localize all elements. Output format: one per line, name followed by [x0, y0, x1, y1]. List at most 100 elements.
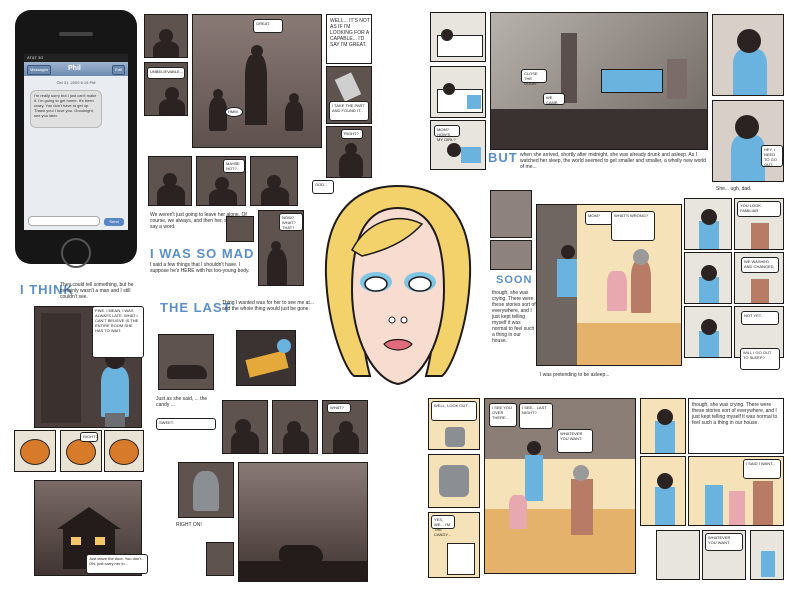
silhouette-body [153, 41, 179, 57]
comic-panel-trick-or-treat: HMM. GREAT. [192, 14, 322, 148]
speech-bubble: HEY, I NEED TO GO OUT. [761, 145, 783, 167]
pumpkin-icon [109, 439, 139, 465]
child-silhouette [209, 97, 227, 131]
speech-bubble: WHAT'S WRONG? [611, 211, 655, 241]
speech-bubble: WILL I GO OUT TO SLEEP? [740, 348, 780, 370]
caption-text: Just as she said, ... the candy ... [156, 396, 208, 408]
silhouette-body [261, 187, 289, 205]
dresser [667, 59, 687, 99]
message-input[interactable] [28, 216, 100, 226]
speech-bubble: YOU LOOK FAMILIAR. [737, 201, 781, 217]
road [239, 561, 367, 581]
silhouette-body [333, 431, 359, 453]
contact-name: Phil [68, 65, 81, 72]
lit-window [71, 537, 81, 545]
child-silhouette [285, 101, 303, 131]
comic-panel: I SAID I WANT... [688, 456, 784, 526]
bowl [447, 543, 475, 575]
candy-bar [245, 350, 289, 378]
comic-panel [104, 430, 144, 472]
doorway [41, 313, 81, 423]
bedroom-floor [491, 109, 707, 149]
girl-head [701, 319, 717, 335]
grandmother [751, 223, 769, 249]
comic-panel [684, 306, 732, 358]
caption-text: though, she was crying. There were these… [492, 290, 536, 344]
back-button[interactable]: Messages [27, 65, 52, 75]
pumpkin-icon [66, 439, 96, 465]
silhouette-body [339, 153, 363, 177]
caption-text: Thing I wanted was for her to see me at.… [222, 300, 314, 312]
car-icon [167, 365, 207, 379]
message-timestamp: Oct 31, 2009 6:15 PM [56, 80, 96, 85]
comic-panel: NOW? WHAT? THAT? [258, 210, 304, 286]
send-button[interactable]: Send [104, 218, 124, 226]
girl-blue-shirt [699, 221, 719, 249]
home-button-icon[interactable] [61, 238, 91, 268]
girl-blue-shirt [101, 367, 129, 417]
silhouette-body [157, 185, 185, 205]
comic-panel [490, 190, 532, 238]
speech-bubble: RIGHT? [341, 129, 363, 139]
comic-panel [222, 400, 268, 454]
sleeping-head [443, 83, 455, 95]
girl-head [527, 441, 541, 455]
comic-panel: YOU LOOK FAMILIAR. [734, 198, 784, 250]
comic-panel [178, 462, 234, 518]
girl-blue-shirt [557, 259, 577, 297]
comic-panel: MAYBE NOT? [196, 156, 246, 206]
comic-panel [684, 198, 732, 250]
big-caption: THE LAST [160, 300, 232, 315]
speech-bubble: NOT YET. [741, 311, 779, 325]
speech-bubble: WELL, LOOK OUT... [431, 401, 477, 421]
big-caption: I WAS SO MAD [150, 246, 255, 261]
comic-panel [712, 14, 784, 96]
comic-panel [640, 456, 686, 526]
silhouette-body [283, 431, 309, 453]
grandmother-head [633, 249, 649, 265]
grandmother [751, 279, 769, 303]
pumpkin-icon [20, 439, 50, 465]
eye-hole-left [364, 276, 388, 292]
grandmother [631, 261, 651, 313]
phone-device: AT&T 3G Messages Phil Edit Oct 31, 2009 … [15, 10, 137, 268]
comic-panel: YES, WE... I'M THE CANDY... [428, 512, 480, 578]
speech-bubble: RIGHT? [80, 432, 98, 442]
person-in-car [193, 471, 219, 511]
edit-button[interactable]: Edit [112, 65, 125, 75]
caption-text: when she arrived, shortly after midnight… [520, 152, 706, 170]
comic-panel: WELL... IT'S NOT AS IF I'M LOOKING FOR A… [326, 14, 372, 64]
blue-candy [277, 339, 291, 353]
caption-text: though, she was crying. There were these… [692, 402, 778, 426]
speech-bubble: WHAT? [327, 403, 351, 413]
speech-bubble: WE WASHED AND CHANGED. [741, 257, 779, 273]
house-icon [57, 507, 121, 529]
girl-head [657, 473, 673, 489]
speech-bubble: Just leave the door. You don't... ON, ju… [86, 554, 148, 574]
comic-panel: RIGHT? [326, 126, 372, 178]
comic-panel-car-night [238, 462, 368, 582]
girl-blue-shirt [655, 487, 675, 525]
kitchen-counter [577, 323, 681, 365]
speech-bubble: CLOSE THE DOOR. [521, 69, 547, 86]
speech-bubble: WHATEVER YOU WANT. [557, 429, 593, 453]
silhouette-body [267, 249, 287, 285]
comic-panel-kitchen-wide: I SEE YOU OVER THERE... I SEE... LAST NI… [484, 398, 636, 574]
girl-blue-shirt [655, 421, 675, 453]
comic-panel-candy [236, 330, 296, 386]
speech-bubble: FINE. I MEAN, I WAS ALWAYS LATE. WHAT I … [92, 306, 144, 358]
big-caption: BUT [488, 150, 518, 165]
speech-bubble: I SEE YOU OVER THERE... [489, 403, 517, 427]
caption-text: RIGHT ON! [176, 522, 202, 528]
blue-blanket [461, 147, 481, 163]
thought-bubble: GREAT. [253, 19, 283, 33]
girl-head [737, 29, 761, 53]
silhouette-body [159, 99, 185, 115]
child-pink [607, 271, 627, 311]
girl-head [561, 245, 575, 259]
kitchen-floor [485, 509, 635, 573]
blender [445, 427, 465, 447]
speech-bubble: WHATEVER YOU WANT. [705, 533, 743, 551]
comic-panel [430, 12, 486, 62]
girl-legs [105, 413, 125, 427]
